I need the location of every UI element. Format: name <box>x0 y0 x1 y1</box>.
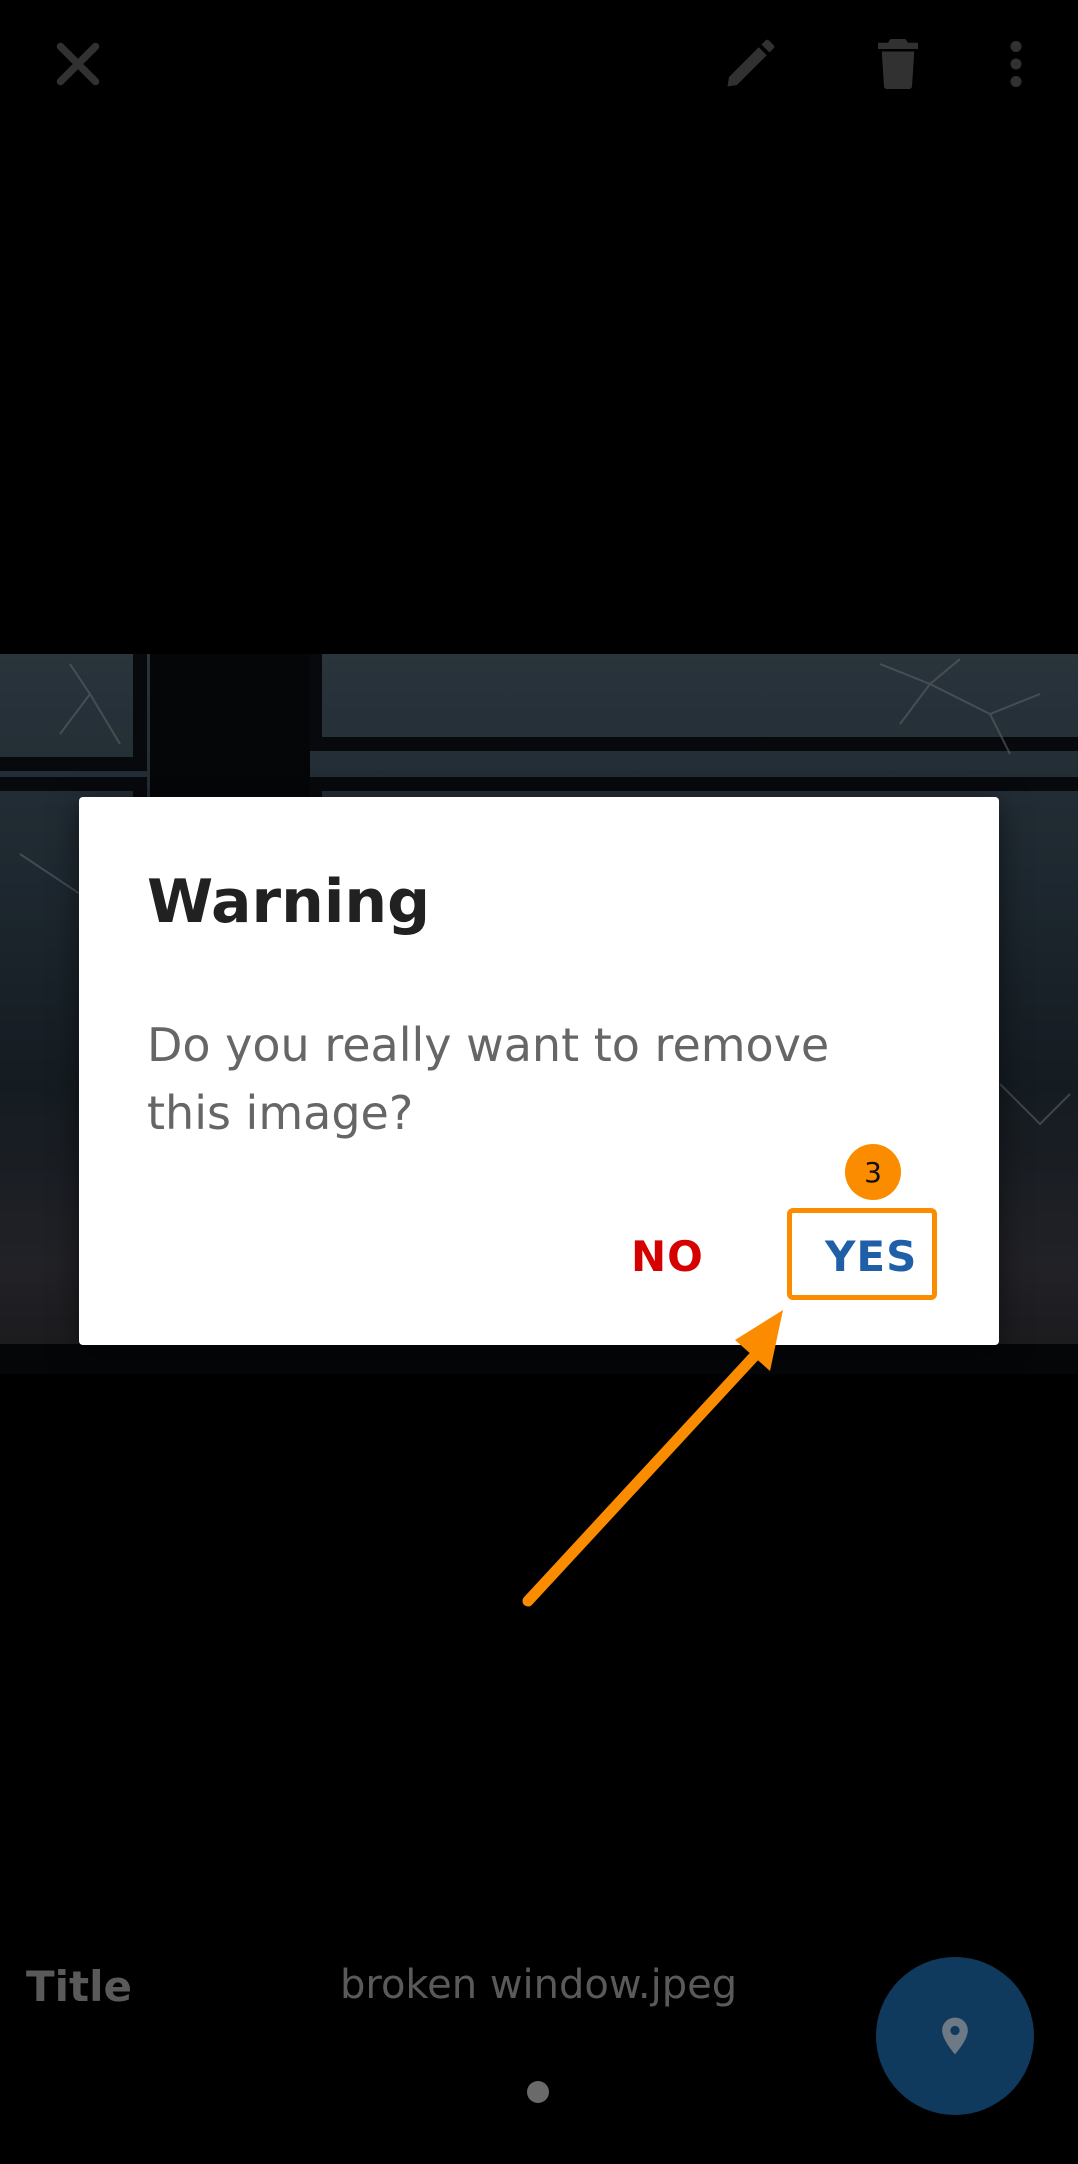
info-title-value: broken window.jpeg <box>340 1962 738 2008</box>
dialog-title: Warning <box>147 867 431 937</box>
location-pin-icon <box>942 2017 968 2055</box>
info-title-label: Title <box>26 1962 133 2011</box>
yes-button-highlight <box>787 1208 937 1300</box>
page-indicator-dot <box>527 2081 549 2103</box>
step-badge: 3 <box>845 1144 901 1200</box>
dialog-message: Do you really want to remove this image? <box>147 1018 830 1140</box>
no-button[interactable]: NO <box>631 1232 704 1281</box>
location-fab[interactable] <box>876 1957 1034 2115</box>
